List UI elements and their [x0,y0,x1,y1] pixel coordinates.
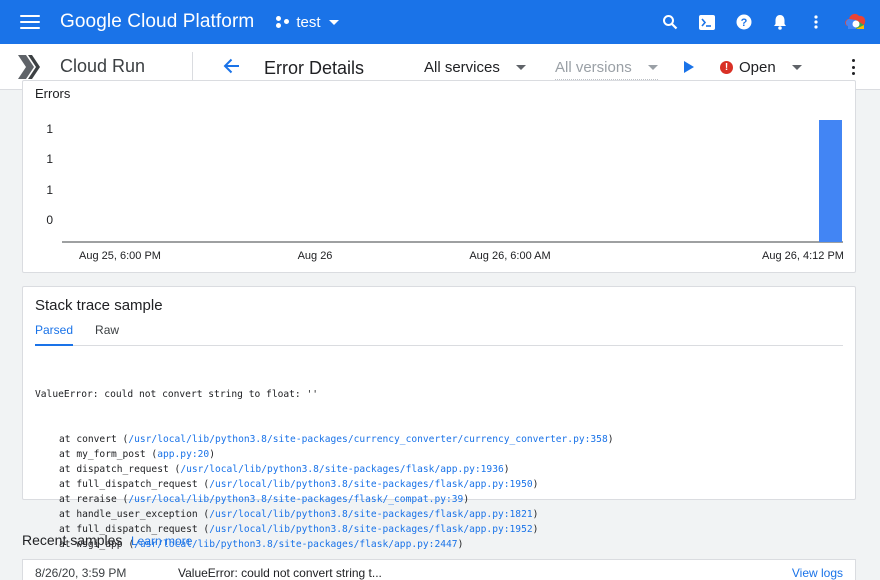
error-status-icon: ! [720,61,733,74]
stack-trace: ValueError: could not convert string to … [35,357,614,552]
cloud-run-logo [18,54,40,79]
divider [192,52,193,82]
frame-at: at [59,464,77,475]
frame-function: reraise [76,494,117,505]
learn-more-link[interactable]: Learn more [131,534,192,548]
more-vert-icon[interactable] [798,0,834,44]
errors-chart: 1 1 1 0 Aug 25, 6:00 PM Aug 26 Aug 26, 6:00 AM… [46,120,844,262]
app-title[interactable]: Google Cloud Platform [60,11,254,33]
status-value: Open [739,59,776,76]
project-icon [276,16,290,28]
project-selector[interactable]: test [276,13,339,31]
frame-function: my_form_post [76,449,146,460]
stack-frame: at convert (/usr/local/lib/python3.8/sit… [59,434,614,445]
frame-function: handle_user_exception [76,509,198,520]
tab-parsed[interactable]: Parsed [35,322,74,346]
frame-at: at [59,449,77,460]
play-icon[interactable] [684,61,694,73]
frame-function: full_dispatch_request [76,479,198,490]
page-title: Error Details [264,58,365,78]
versions-dropdown[interactable]: All versions [555,59,658,80]
stack-frame: at my_form_post (app.py:20) [59,449,215,460]
more-vert-icon[interactable] [852,59,856,75]
services-dropdown[interactable]: All services [424,59,526,76]
frame-function: dispatch_request [76,464,169,475]
chevron-down-icon [647,65,658,70]
versions-value: All versions [555,59,632,76]
y-tick-label: 1 [46,122,53,136]
chevron-down-icon [328,19,339,25]
notifications-icon[interactable] [762,0,798,44]
stack-frame: at handle_user_exception (/usr/local/lib… [59,509,539,520]
top-app-bar: Google Cloud Platform test ? [0,0,880,44]
services-value: All services [424,59,500,76]
frame-at: at [59,509,77,520]
svg-text:?: ? [741,17,748,29]
product-title: Cloud Run [60,56,146,76]
error-message: ValueError: could not convert string to … [35,389,319,400]
recent-samples-title: Recent samples [22,532,123,548]
cloud-shell-icon[interactable] [688,0,726,44]
x-tick-label: Aug 26, 4:12 PM [762,250,844,262]
frame-source-link[interactable]: /usr/local/lib/python3.8/site-packages/f… [128,494,463,505]
menu-icon[interactable] [20,15,40,29]
frame-at: at [59,434,77,445]
frame-source-link[interactable]: /usr/local/lib/python3.8/site-packages/f… [209,479,532,490]
y-tick-label: 0 [46,213,53,227]
frame-source-link[interactable]: /usr/local/lib/python3.8/site-packages/f… [209,509,532,520]
avatar[interactable] [842,8,870,36]
error-bar[interactable] [819,120,842,242]
x-tick-label: Aug 26, 6:00 AM [469,250,550,262]
y-tick-label: 1 [46,183,53,197]
frame-source-link[interactable]: /usr/local/lib/python3.8/site-packages/f… [209,524,532,535]
stack-frame: at full_dispatch_request (/usr/local/lib… [59,479,539,490]
tab-raw[interactable]: Raw [95,322,119,345]
stack-frame: at reraise (/usr/local/lib/python3.8/sit… [59,494,470,505]
search-icon[interactable] [652,0,688,44]
back-arrow-icon[interactable] [222,56,242,76]
project-name: test [296,13,321,31]
frame-source-link[interactable]: /usr/local/lib/python3.8/site-packages/f… [180,464,503,475]
x-tick-label: Aug 25, 6:00 PM [79,250,161,262]
frame-source-link[interactable]: app.py:20 [157,449,209,460]
frame-function: convert [76,434,117,445]
status-dropdown[interactable]: ! Open [720,59,802,76]
y-tick-label: 1 [46,152,53,166]
errors-chart-card: Errors 1 1 1 0 Aug 25, 6:00 PM Aug 26 Aug 26, … [22,80,856,273]
sample-message: ValueError: could not convert string t..… [178,566,382,580]
stack-trace-card: Stack trace sample Parsed Raw ValueError… [22,286,856,550]
x-tick-label: Aug 26 [298,250,333,262]
frame-at: at [59,479,77,490]
help-icon[interactable]: ? [726,0,762,44]
view-logs-link[interactable]: View logs [792,566,843,580]
stack-trace-tabs: Parsed Raw [35,322,843,346]
stack-trace-title: Stack trace sample [35,297,163,314]
frame-source-link[interactable]: /usr/local/lib/python3.8/site-packages/c… [128,434,607,445]
chevron-down-icon [791,65,802,70]
chevron-down-icon [515,65,526,70]
sample-time: 8/26/20, 3:59 PM [35,566,127,580]
frame-at: at [59,494,77,505]
stack-frame: at dispatch_request (/usr/local/lib/pyth… [59,464,510,475]
table-row[interactable]: 8/26/20, 3:59 PM ValueError: could not c… [22,559,856,580]
